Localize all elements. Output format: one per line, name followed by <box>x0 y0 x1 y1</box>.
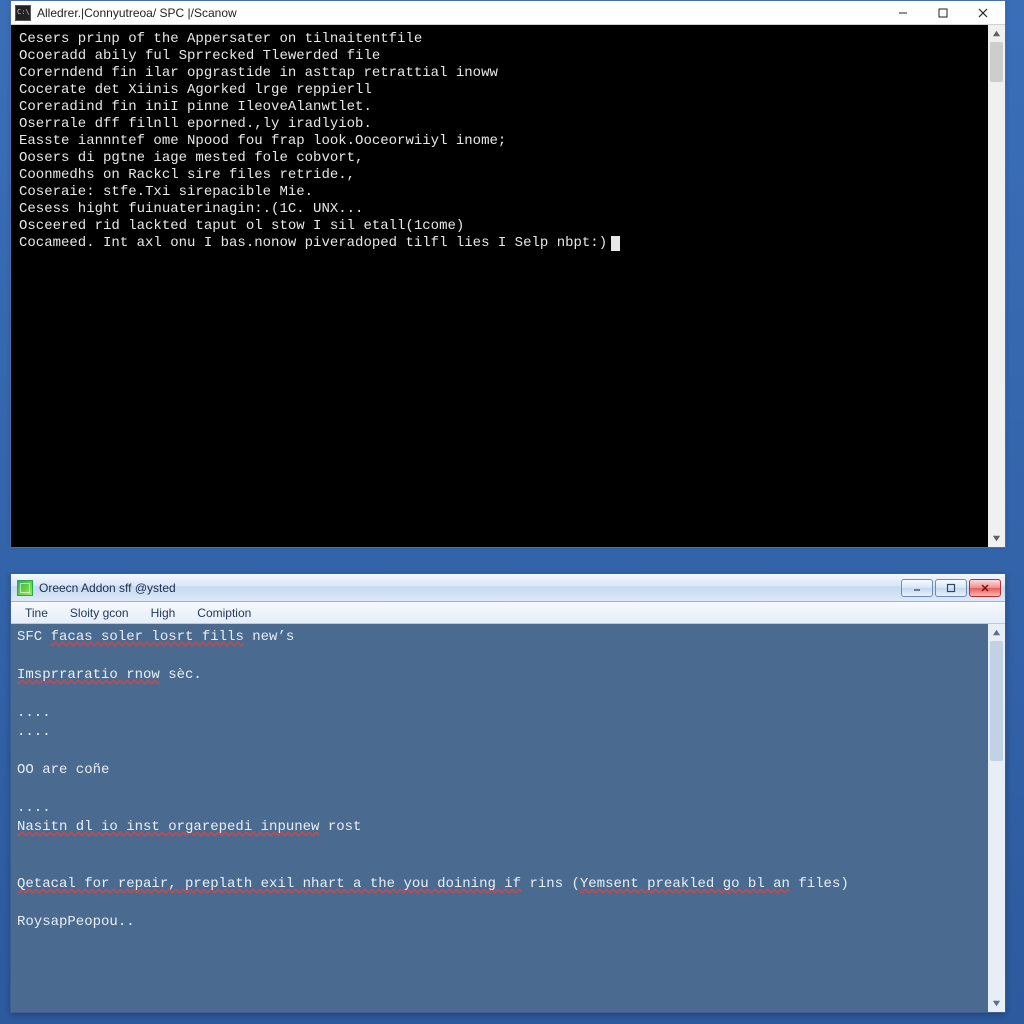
notepad-titlebar[interactable]: Oreecn Addon sff @ysted <box>11 574 1005 602</box>
command-prompt-output[interactable]: Cesers prinp of the Appersater on tilnai… <box>11 25 988 547</box>
command-prompt-titlebar[interactable]: Alledrer.|Connyutreoa/ SPC |/Scanow <box>11 1 1005 25</box>
scroll-thumb[interactable] <box>990 641 1003 761</box>
scroll-down-icon[interactable] <box>988 530 1005 547</box>
command-prompt-window: Alledrer.|Connyutreoa/ SPC |/Scanow Cese… <box>10 0 1006 548</box>
notepad-window: Oreecn Addon sff @ysted Tine Sloity gcon… <box>10 573 1006 1013</box>
menu-item[interactable]: Tine <box>15 604 58 622</box>
notepad-text-area[interactable]: SFC facas soler losrt fills new’s Imsprr… <box>11 624 988 1012</box>
scroll-up-icon[interactable] <box>988 624 1005 641</box>
scroll-track[interactable] <box>988 641 1005 995</box>
close-button[interactable] <box>963 2 1003 24</box>
scroll-up-icon[interactable] <box>988 25 1005 42</box>
menu-item[interactable]: Comiption <box>187 604 261 622</box>
notepad-menubar: Tine Sloity gcon High Comiption <box>11 602 1005 624</box>
maximize-button[interactable] <box>935 579 967 597</box>
scroll-track[interactable] <box>988 42 1005 530</box>
notepad-scrollbar[interactable] <box>988 624 1005 1012</box>
menu-item[interactable]: Sloity gcon <box>60 604 139 622</box>
command-prompt-icon <box>15 5 31 21</box>
scroll-thumb[interactable] <box>990 42 1003 82</box>
menu-item[interactable]: High <box>141 604 186 622</box>
maximize-button[interactable] <box>923 2 963 24</box>
minimize-button[interactable] <box>901 579 933 597</box>
text-cursor <box>611 236 620 251</box>
notepad-title: Oreecn Addon sff @ysted <box>39 581 901 595</box>
scroll-down-icon[interactable] <box>988 995 1005 1012</box>
minimize-button[interactable] <box>883 2 923 24</box>
notepad-app-icon <box>17 580 33 596</box>
command-prompt-scrollbar[interactable] <box>988 25 1005 547</box>
command-prompt-title: Alledrer.|Connyutreoa/ SPC |/Scanow <box>37 6 883 20</box>
close-button[interactable] <box>969 579 1001 597</box>
